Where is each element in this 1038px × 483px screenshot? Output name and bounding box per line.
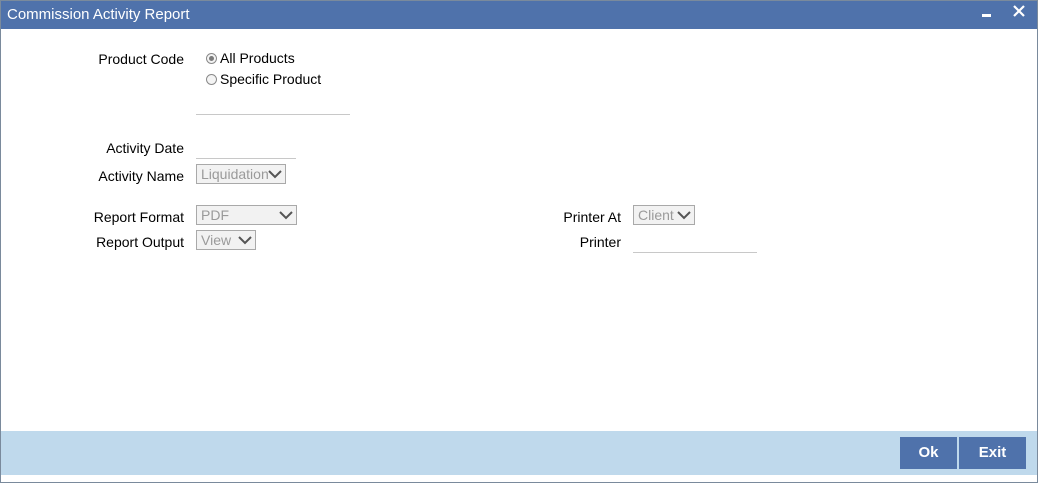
radio-specific-product-label: Specific Product (220, 71, 322, 87)
report-output-select[interactable]: View (196, 230, 256, 250)
radio-all-products[interactable]: All Products (206, 49, 295, 67)
activity-date-label: Activity Date (106, 140, 184, 156)
printer-at-select[interactable]: Client (633, 205, 695, 225)
printer-label: Printer (579, 234, 621, 250)
close-button[interactable] (1007, 1, 1031, 29)
radio-all-products-label: All Products (220, 50, 295, 66)
product-code-label: Product Code (98, 51, 184, 67)
printer-at-label: Printer At (563, 209, 621, 225)
chevron-down-icon (279, 211, 293, 220)
minimize-button[interactable] (975, 1, 999, 29)
report-format-value: PDF (201, 207, 229, 223)
activity-name-select[interactable]: Liquidation (196, 164, 286, 184)
printer-at-value: Client (638, 207, 674, 223)
exit-button[interactable]: Exit (959, 437, 1026, 469)
window-title: Commission Activity Report (7, 6, 190, 23)
report-format-label: Report Format (93, 209, 184, 225)
ok-button[interactable]: Ok (900, 437, 957, 469)
radio-specific-product-indicator[interactable] (206, 73, 217, 85)
report-output-value: View (201, 232, 232, 248)
footer-bar: Ok Exit (1, 431, 1037, 475)
activity-date-input[interactable] (196, 138, 296, 159)
radio-all-products-indicator[interactable] (206, 52, 217, 64)
commission-activity-report-window: Commission Activity Report Product Code … (0, 0, 1038, 483)
chevron-down-icon (677, 211, 691, 220)
printer-input[interactable] (633, 232, 757, 253)
chevron-down-icon (268, 170, 282, 179)
chevron-down-icon (238, 236, 252, 245)
close-icon (1013, 5, 1025, 17)
activity-name-label: Activity Name (98, 168, 184, 184)
minimize-icon (982, 14, 991, 17)
title-bar: Commission Activity Report (1, 1, 1037, 29)
activity-name-value: Liquidation (201, 166, 269, 182)
specific-product-input[interactable] (196, 94, 350, 115)
report-output-label: Report Output (96, 234, 184, 250)
report-format-select[interactable]: PDF (196, 205, 297, 225)
radio-specific-product[interactable]: Specific Product (206, 70, 321, 88)
